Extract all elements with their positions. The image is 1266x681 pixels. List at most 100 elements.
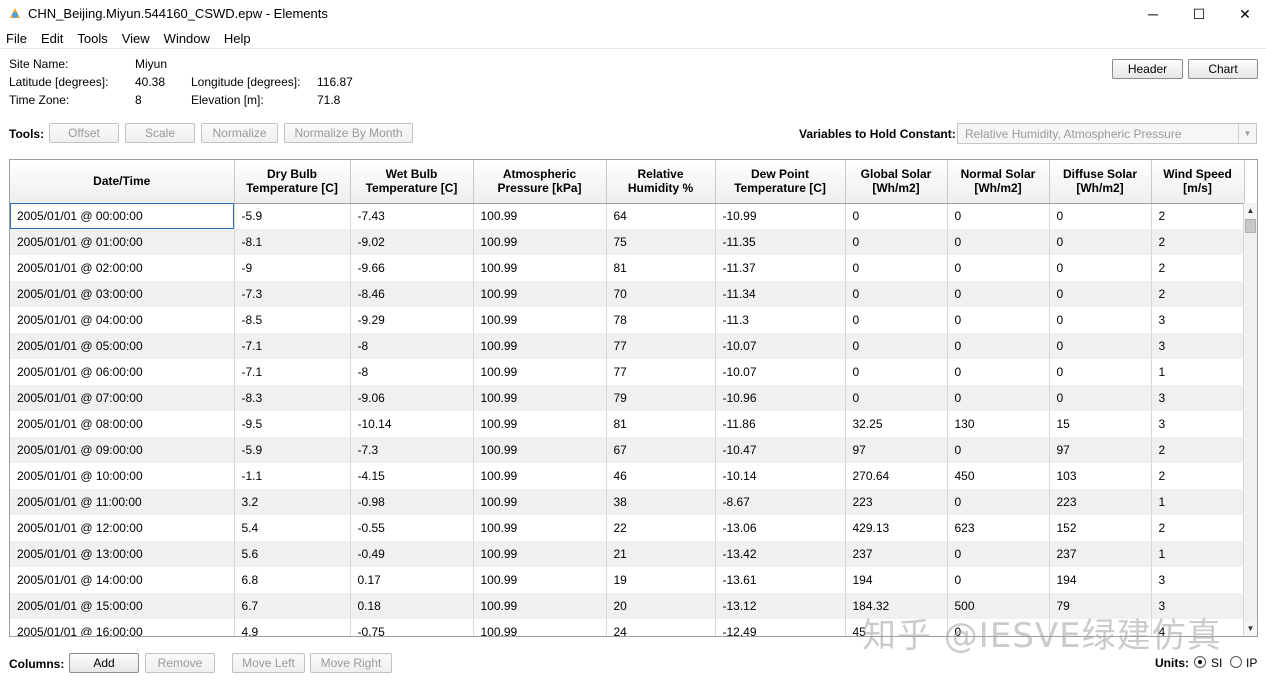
table-row[interactable]: 2005/01/01 @ 11:00:00 3.2 -0.98 100.99 38 -8.… (10, 489, 1245, 515)
table-cell-dry-bulb[interactable]: 6.8 (234, 567, 351, 593)
table-cell-humidity[interactable]: 20 (606, 593, 716, 619)
table-cell-global-solar[interactable]: 237 (845, 541, 948, 567)
table-cell-humidity[interactable]: 70 (606, 281, 716, 307)
table-cell-dry-bulb[interactable]: 5.4 (234, 515, 351, 541)
menu-help[interactable]: Help (218, 29, 257, 49)
table-cell-normal-solar[interactable]: 0 (947, 541, 1050, 567)
units-ip-radio[interactable] (1230, 656, 1242, 668)
table-cell-pressure[interactable]: 100.99 (473, 411, 607, 437)
table-cell-diffuse-solar[interactable]: 103 (1049, 463, 1152, 489)
table-cell-humidity[interactable]: 81 (606, 255, 716, 281)
table-cell-diffuse-solar[interactable]: 0 (1049, 307, 1152, 333)
column-header-dry-bulb[interactable]: Dry Bulb Temperature [C] (234, 160, 351, 204)
table-cell-humidity[interactable]: 78 (606, 307, 716, 333)
menu-tools[interactable]: Tools (71, 29, 113, 49)
table-cell-humidity[interactable]: 19 (606, 567, 716, 593)
table-cell-datetime[interactable]: 2005/01/01 @ 05:00:00 (10, 333, 235, 359)
table-cell-dry-bulb[interactable]: -8.1 (234, 229, 351, 255)
table-row[interactable]: 2005/01/01 @ 13:00:00 5.6 -0.49 100.99 21 -13… (10, 541, 1245, 567)
move-left-button[interactable]: Move Left (232, 653, 305, 673)
table-cell-dew-point[interactable]: -13.42 (715, 541, 846, 567)
table-cell-humidity[interactable]: 75 (606, 229, 716, 255)
table-cell-diffuse-solar[interactable]: 237 (1049, 541, 1152, 567)
table-cell-dry-bulb[interactable]: 4.9 (234, 619, 351, 636)
table-cell-dry-bulb[interactable]: 5.6 (234, 541, 351, 567)
table-cell-dry-bulb[interactable]: 6.7 (234, 593, 351, 619)
table-cell-wet-bulb[interactable]: -10.14 (350, 411, 474, 437)
table-cell-datetime[interactable]: 2005/01/01 @ 10:00:00 (10, 463, 235, 489)
column-header-normal-solar[interactable]: Normal Solar [Wh/m2] (947, 160, 1050, 204)
table-cell-humidity[interactable]: 21 (606, 541, 716, 567)
table-cell-datetime[interactable]: 2005/01/01 @ 15:00:00 (10, 593, 235, 619)
table-cell-datetime[interactable]: 2005/01/01 @ 04:00:00 (10, 307, 235, 333)
table-cell-datetime[interactable]: 2005/01/01 @ 16:00:00 (10, 619, 235, 636)
table-cell-wind-speed[interactable]: 2 (1151, 515, 1245, 541)
table-cell-normal-solar[interactable]: 0 (947, 333, 1050, 359)
table-cell-diffuse-solar[interactable]: 0 (1049, 203, 1152, 229)
table-cell-global-solar[interactable]: 97 (845, 437, 948, 463)
table-cell-pressure[interactable]: 100.99 (473, 463, 607, 489)
table-cell-dew-point[interactable]: -10.96 (715, 385, 846, 411)
maximize-button[interactable]: ☐ (1176, 0, 1222, 28)
table-cell-datetime[interactable]: 2005/01/01 @ 02:00:00 (10, 255, 235, 281)
scroll-up-arrow-icon[interactable]: ▲ (1244, 203, 1257, 218)
table-cell-wet-bulb[interactable]: -9.66 (350, 255, 474, 281)
table-cell-datetime[interactable]: 2005/01/01 @ 11:00:00 (10, 489, 235, 515)
table-row[interactable]: 2005/01/01 @ 09:00:00 -5.9 -7.3 100.99 67 -10… (10, 437, 1245, 463)
column-header-wind-speed[interactable]: Wind Speed [m/s] (1151, 160, 1245, 204)
table-cell-pressure[interactable]: 100.99 (473, 619, 607, 636)
table-row[interactable]: 2005/01/01 @ 06:00:00 -7.1 -8 100.99 77 -10.0… (10, 359, 1245, 385)
table-cell-pressure[interactable]: 100.99 (473, 515, 607, 541)
table-cell-wet-bulb[interactable]: -0.55 (350, 515, 474, 541)
table-cell-diffuse-solar[interactable]: 0 (1049, 229, 1152, 255)
table-cell-humidity[interactable]: 24 (606, 619, 716, 636)
table-cell-wind-speed[interactable]: 2 (1151, 255, 1245, 281)
table-cell-wind-speed[interactable]: 3 (1151, 333, 1245, 359)
table-cell-diffuse-solar[interactable]: 0 (1049, 359, 1152, 385)
table-cell-diffuse-solar[interactable]: 0 (1049, 255, 1152, 281)
scrollbar-thumb[interactable] (1245, 219, 1256, 233)
table-cell-dew-point[interactable]: -8.67 (715, 489, 846, 515)
table-cell-dry-bulb[interactable]: -5.9 (234, 437, 351, 463)
table-row[interactable]: 2005/01/01 @ 10:00:00 -1.1 -4.15 100.99 46 -1… (10, 463, 1245, 489)
table-cell-dew-point[interactable]: -11.34 (715, 281, 846, 307)
table-cell-global-solar[interactable]: 194 (845, 567, 948, 593)
table-cell-normal-solar[interactable]: 0 (947, 229, 1050, 255)
table-cell-wet-bulb[interactable]: -0.75 (350, 619, 474, 636)
table-cell-wet-bulb[interactable]: -9.02 (350, 229, 474, 255)
table-cell-global-solar[interactable]: 0 (845, 307, 948, 333)
table-cell-pressure[interactable]: 100.99 (473, 229, 607, 255)
table-cell-global-solar[interactable]: 0 (845, 385, 948, 411)
table-cell-global-solar[interactable]: 0 (845, 359, 948, 385)
table-cell-pressure[interactable]: 100.99 (473, 437, 607, 463)
column-header-wet-bulb[interactable]: Wet Bulb Temperature [C] (350, 160, 474, 204)
chevron-down-icon[interactable]: ▼ (1238, 124, 1256, 143)
table-cell-global-solar[interactable]: 32.25 (845, 411, 948, 437)
table-cell-humidity[interactable]: 38 (606, 489, 716, 515)
table-cell-wind-speed[interactable]: 3 (1151, 411, 1245, 437)
table-cell-normal-solar[interactable]: 0 (947, 255, 1050, 281)
table-cell-dew-point[interactable]: -10.07 (715, 359, 846, 385)
table-cell-wet-bulb[interactable]: 0.18 (350, 593, 474, 619)
table-cell-global-solar[interactable]: 270.64 (845, 463, 948, 489)
table-cell-humidity[interactable]: 22 (606, 515, 716, 541)
table-cell-normal-solar[interactable]: 0 (947, 281, 1050, 307)
table-cell-datetime[interactable]: 2005/01/01 @ 12:00:00 (10, 515, 235, 541)
table-cell-datetime[interactable]: 2005/01/01 @ 14:00:00 (10, 567, 235, 593)
table-cell-global-solar[interactable]: 223 (845, 489, 948, 515)
table-cell-diffuse-solar[interactable]: 223 (1049, 489, 1152, 515)
table-cell-dew-point[interactable]: -12.49 (715, 619, 846, 636)
table-cell-pressure[interactable]: 100.99 (473, 281, 607, 307)
table-cell-normal-solar[interactable]: 450 (947, 463, 1050, 489)
table-cell-wet-bulb[interactable]: -8 (350, 359, 474, 385)
table-cell-datetime[interactable]: 2005/01/01 @ 06:00:00 (10, 359, 235, 385)
table-row[interactable]: 2005/01/01 @ 14:00:00 6.8 0.17 100.99 19 -13.… (10, 567, 1245, 593)
table-cell-global-solar[interactable]: 429.13 (845, 515, 948, 541)
offset-button[interactable]: Offset (49, 123, 119, 143)
table-cell-datetime[interactable]: 2005/01/01 @ 07:00:00 (10, 385, 235, 411)
table-cell-diffuse-solar[interactable]: 194 (1049, 567, 1152, 593)
table-cell-dew-point[interactable]: -11.37 (715, 255, 846, 281)
table-cell-pressure[interactable]: 100.99 (473, 593, 607, 619)
column-header-diffuse-solar[interactable]: Diffuse Solar [Wh/m2] (1049, 160, 1152, 204)
table-cell-pressure[interactable]: 100.99 (473, 203, 607, 229)
